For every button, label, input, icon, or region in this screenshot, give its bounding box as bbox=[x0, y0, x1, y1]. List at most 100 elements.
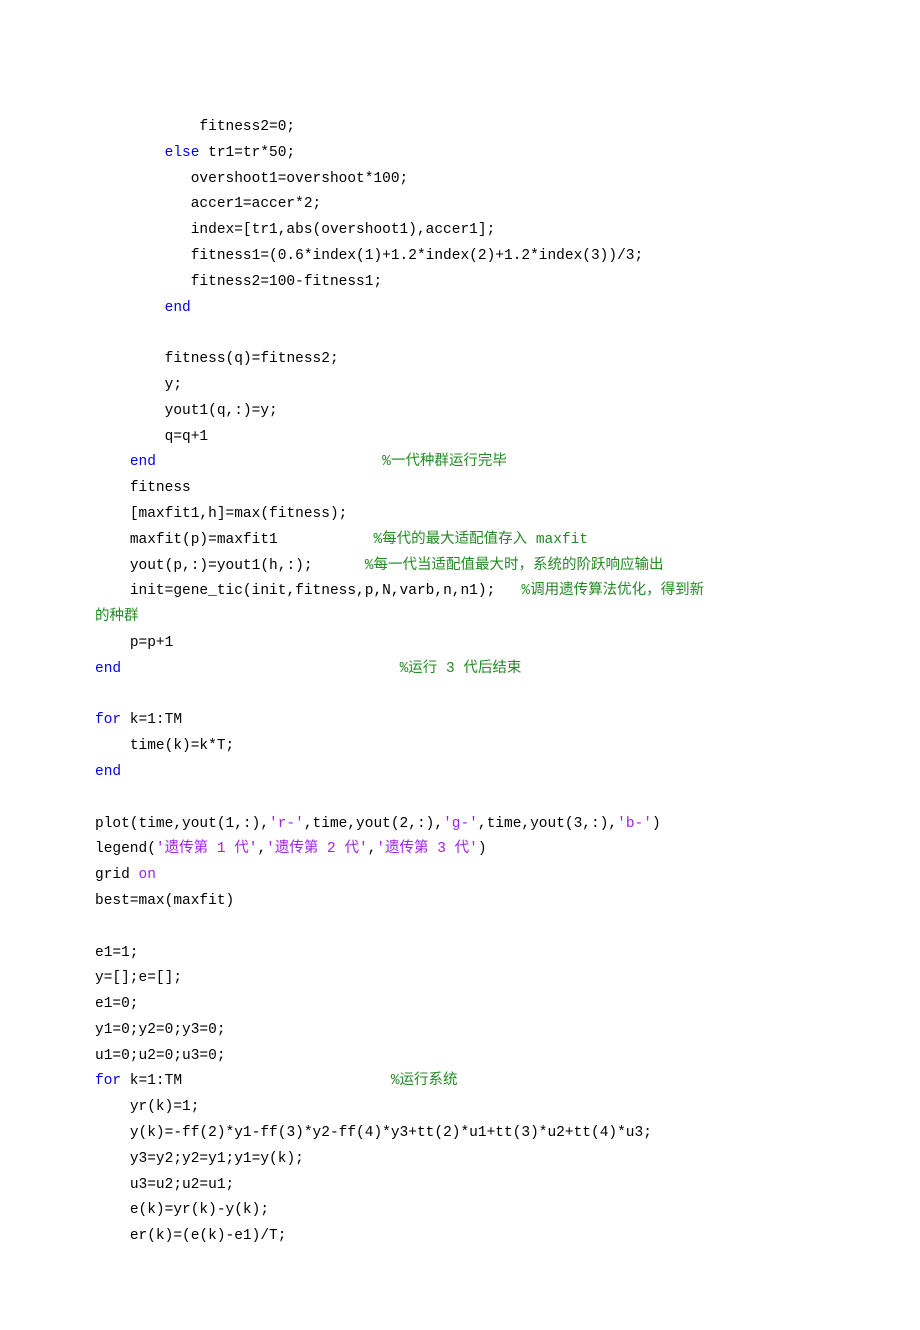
comment: %每代的最大适配值存入 maxfit bbox=[373, 532, 588, 548]
code-line: y; bbox=[95, 373, 825, 399]
code-line: for k=1:TM bbox=[95, 708, 825, 734]
keyword: end bbox=[95, 764, 121, 780]
code-text: ,time,yout(3,:), bbox=[478, 816, 617, 832]
code-text bbox=[156, 454, 382, 470]
code-text: yr(k)=1; bbox=[130, 1099, 200, 1115]
code-line: best=max(maxfit) bbox=[95, 889, 825, 915]
code-line: e1=0; bbox=[95, 992, 825, 1018]
keyword: end bbox=[130, 454, 156, 470]
code-line: er(k)=(e(k)-e1)/T; bbox=[95, 1224, 825, 1250]
code-line: q=q+1 bbox=[95, 425, 825, 451]
code-text: time(k)=k*T; bbox=[130, 738, 234, 754]
code-text: fitness1=(0.6*index(1)+1.2*index(2)+1.2*… bbox=[191, 248, 643, 264]
string: '遗传第 1 代' bbox=[156, 841, 258, 857]
code-line: maxfit(p)=maxfit1 %每代的最大适配值存入 maxfit bbox=[95, 528, 825, 554]
code-text: index=[tr1,abs(overshoot1),accer1]; bbox=[191, 222, 496, 238]
code-line: fitness1=(0.6*index(1)+1.2*index(2)+1.2*… bbox=[95, 244, 825, 270]
string: '遗传第 3 代' bbox=[376, 841, 478, 857]
code-line: y1=0;y2=0;y3=0; bbox=[95, 1018, 825, 1044]
comment: %运行 3 代后结束 bbox=[400, 661, 522, 677]
code-text: fitness2=100-fitness1; bbox=[191, 274, 382, 290]
keyword: for bbox=[95, 712, 121, 728]
code-line bbox=[95, 321, 825, 347]
code-line: end %运行 3 代后结束 bbox=[95, 657, 825, 683]
code-line: yout(p,:)=yout1(h,:); %每一代当适配值最大时，系统的阶跃响… bbox=[95, 554, 825, 580]
keyword: end bbox=[165, 300, 191, 316]
code-text: e1=0; bbox=[95, 996, 139, 1012]
code-line: fitness(q)=fitness2; bbox=[95, 347, 825, 373]
code-line: yout1(q,:)=y; bbox=[95, 399, 825, 425]
code-line bbox=[95, 683, 825, 709]
code-text: y3=y2;y2=y1;y1=y(k); bbox=[130, 1151, 304, 1167]
code-text: accer1=accer*2; bbox=[191, 196, 322, 212]
code-text: maxfit(p)=maxfit1 bbox=[130, 532, 374, 548]
code-page: fitness2=0; else tr1=tr*50; overshoot1=o… bbox=[0, 0, 920, 1330]
code-text bbox=[121, 661, 399, 677]
keyword: for bbox=[95, 1073, 121, 1089]
code-line: index=[tr1,abs(overshoot1),accer1]; bbox=[95, 218, 825, 244]
code-text: u1=0;u2=0;u3=0; bbox=[95, 1048, 226, 1064]
code-line: u3=u2;u2=u1; bbox=[95, 1173, 825, 1199]
code-text: p=p+1 bbox=[130, 635, 174, 651]
comment: 的种群 bbox=[95, 609, 139, 625]
code-line: accer1=accer*2; bbox=[95, 192, 825, 218]
code-line: fitness2=0; bbox=[95, 115, 825, 141]
code-line: y3=y2;y2=y1;y1=y(k); bbox=[95, 1147, 825, 1173]
string: on bbox=[139, 867, 156, 883]
comment: %调用遗传算法优化，得到新 bbox=[521, 583, 704, 599]
code-text: fitness(q)=fitness2; bbox=[165, 351, 339, 367]
code-text: y1=0;y2=0;y3=0; bbox=[95, 1022, 226, 1038]
code-line: grid on bbox=[95, 863, 825, 889]
keyword: end bbox=[95, 661, 121, 677]
code-text: [maxfit1,h]=max(fitness); bbox=[130, 506, 348, 522]
code-line: end bbox=[95, 760, 825, 786]
code-line bbox=[95, 915, 825, 941]
code-text: grid bbox=[95, 867, 139, 883]
comment: %运行系统 bbox=[391, 1073, 458, 1089]
code-text: ) bbox=[478, 841, 487, 857]
code-line: plot(time,yout(1,:),'r-',time,yout(2,:),… bbox=[95, 812, 825, 838]
code-text: e1=1; bbox=[95, 945, 139, 961]
code-text: init=gene_tic(init,fitness,p,N,varb,n,n1… bbox=[130, 583, 522, 599]
code-text: y; bbox=[165, 377, 182, 393]
code-text: q=q+1 bbox=[165, 429, 209, 445]
code-text: plot(time,yout(1,:), bbox=[95, 816, 269, 832]
code-line: u1=0;u2=0;u3=0; bbox=[95, 1044, 825, 1070]
code-line: yr(k)=1; bbox=[95, 1095, 825, 1121]
code-text: k=1:TM bbox=[121, 1073, 391, 1089]
code-line: y=[];e=[]; bbox=[95, 966, 825, 992]
code-line bbox=[95, 786, 825, 812]
code-text: legend( bbox=[95, 841, 156, 857]
code-text: , bbox=[257, 841, 266, 857]
code-text: y(k)=-ff(2)*y1-ff(3)*y2-ff(4)*y3+tt(2)*u… bbox=[130, 1125, 652, 1141]
keyword: else bbox=[165, 145, 200, 161]
string: 'r-' bbox=[269, 816, 304, 832]
code-line: else tr1=tr*50; bbox=[95, 141, 825, 167]
code-line: fitness2=100-fitness1; bbox=[95, 270, 825, 296]
code-text: yout1(q,:)=y; bbox=[165, 403, 278, 419]
code-text: tr1=tr*50; bbox=[199, 145, 295, 161]
code-line: e(k)=yr(k)-y(k); bbox=[95, 1198, 825, 1224]
code-text: fitness2=0; bbox=[199, 119, 295, 135]
code-line: time(k)=k*T; bbox=[95, 734, 825, 760]
code-text: fitness bbox=[130, 480, 191, 496]
code-line: end %一代种群运行完毕 bbox=[95, 450, 825, 476]
comment: %一代种群运行完毕 bbox=[382, 454, 507, 470]
code-text: k=1:TM bbox=[121, 712, 182, 728]
code-line: fitness bbox=[95, 476, 825, 502]
code-text: yout(p,:)=yout1(h,:); bbox=[130, 558, 365, 574]
code-line: end bbox=[95, 296, 825, 322]
code-line: p=p+1 bbox=[95, 631, 825, 657]
code-line: legend('遗传第 1 代','遗传第 2 代','遗传第 3 代') bbox=[95, 837, 825, 863]
string: 'g-' bbox=[443, 816, 478, 832]
code-text: u3=u2;u2=u1; bbox=[130, 1177, 234, 1193]
code-text: best=max(maxfit) bbox=[95, 893, 234, 909]
string: 'b-' bbox=[617, 816, 652, 832]
code-text: er(k)=(e(k)-e1)/T; bbox=[130, 1228, 287, 1244]
code-text: overshoot1=overshoot*100; bbox=[191, 171, 409, 187]
string: '遗传第 2 代' bbox=[266, 841, 368, 857]
code-text: ,time,yout(2,:), bbox=[304, 816, 443, 832]
code-text: e(k)=yr(k)-y(k); bbox=[130, 1202, 269, 1218]
code-text: ) bbox=[652, 816, 661, 832]
code-line: for k=1:TM %运行系统 bbox=[95, 1069, 825, 1095]
